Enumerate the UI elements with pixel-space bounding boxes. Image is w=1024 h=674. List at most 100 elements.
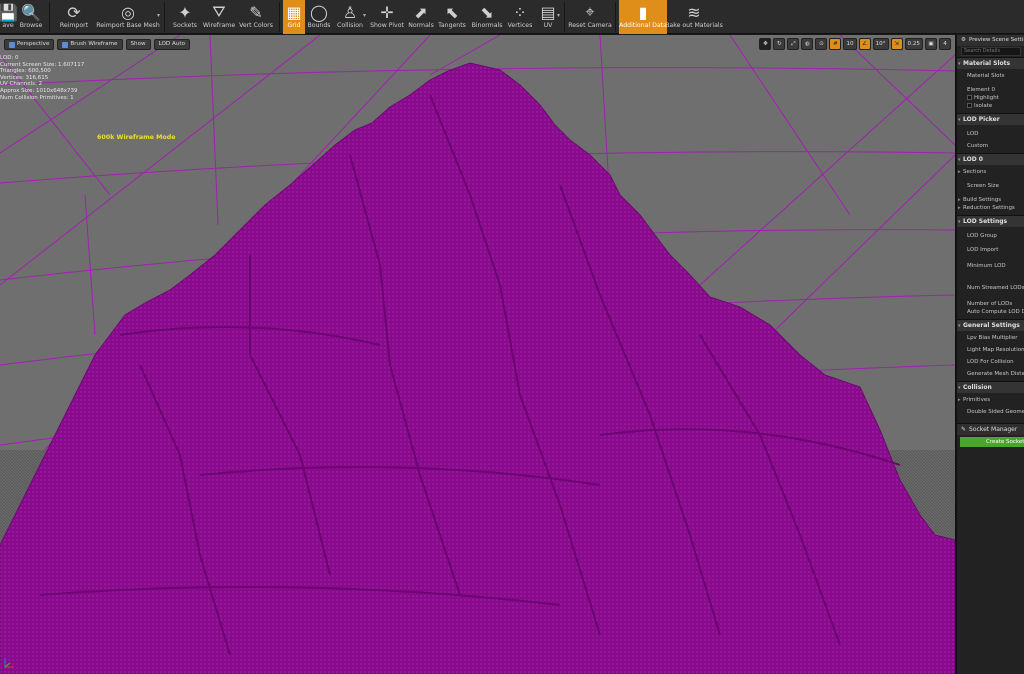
section-lod-picker[interactable]: LOD Picker xyxy=(957,113,1024,126)
brush-wireframe-button[interactable]: Brush Wireframe xyxy=(57,39,123,50)
toolbar-bounds-button[interactable]: ◯ Bounds xyxy=(305,0,333,34)
section-material-slots[interactable]: Material Slots xyxy=(957,57,1024,70)
viewport-left-toolbar: Perspective Brush Wireframe Show LOD Aut… xyxy=(4,39,190,50)
property-row: Num Streamed LODs xyxy=(957,285,1024,291)
world-space-icon[interactable]: ◍ xyxy=(801,38,814,50)
viewport[interactable]: Perspective Brush Wireframe Show LOD Aut… xyxy=(0,35,955,674)
scale-snap-icon[interactable]: ⇲ xyxy=(890,38,903,50)
additional-data-icon: ▮ xyxy=(638,2,648,22)
toolbar-grid-button[interactable]: ▦ Grid xyxy=(283,0,305,34)
show-button[interactable]: Show xyxy=(125,39,151,50)
property-row: Number of LODs xyxy=(957,301,1024,307)
property-label: LOD Group xyxy=(967,233,997,239)
stat-line: UV Channels: 2 xyxy=(0,81,43,88)
toolbar-browse-button[interactable]: 🔍 Browse xyxy=(16,0,46,34)
reimport-icon: ⟳ xyxy=(67,2,81,22)
chevron-down-icon[interactable]: ▾ xyxy=(557,12,560,19)
toolbar-vertices-button[interactable]: ⁘ Vertices xyxy=(505,0,535,34)
property-row: Custom xyxy=(957,143,1024,149)
property-row[interactable]: Isolate xyxy=(957,103,1024,109)
property-label: Custom xyxy=(967,143,989,149)
property-row: Light Map Resolution xyxy=(957,347,1024,353)
camera-speed-icon[interactable]: ▣ xyxy=(925,38,937,50)
grid-snap-value[interactable]: 10 xyxy=(843,38,857,50)
property-row: Generate Mesh Distance Field xyxy=(957,371,1024,377)
checkbox[interactable] xyxy=(967,95,972,100)
toolbar-reset-camera-button[interactable]: ⌖ Reset Camera xyxy=(568,0,612,34)
property-row: Auto Compute LOD Distances xyxy=(957,309,1024,315)
binormals-icon: ⬊ xyxy=(480,2,494,22)
rotate-icon[interactable]: ↻ xyxy=(773,38,786,50)
mesh-scene[interactable] xyxy=(0,35,955,674)
property-label: Num Streamed LODs xyxy=(967,285,1024,291)
property-row[interactable]: Sections xyxy=(957,169,1024,175)
panel-tab-title: Preview Scene Settings xyxy=(968,37,1024,43)
toolbar-button-label: Tangents xyxy=(438,22,466,29)
toolbar-normals-button[interactable]: ⬈ Normals xyxy=(407,0,435,34)
toolbar-button-label: Grid xyxy=(287,22,301,29)
property-label: Lpv Bias Multiplier xyxy=(967,335,1018,341)
preview-scene-settings-tab[interactable]: ⚙Preview Scene Settings xyxy=(957,35,1024,46)
property-label: Reduction Settings xyxy=(963,205,1015,211)
checkbox[interactable] xyxy=(967,103,972,108)
chevron-down-icon[interactable]: ▾ xyxy=(363,12,366,19)
property-row[interactable]: Highlight xyxy=(957,95,1024,101)
property-label: Double Sided Geometry xyxy=(967,409,1024,415)
grid-snap-icon[interactable]: # xyxy=(829,38,842,50)
property-row: Minimum LOD xyxy=(957,263,1024,269)
brush-wireframe-label: Brush Wireframe xyxy=(70,41,118,47)
toolbar-additional-data-button[interactable]: ▮ Additional Data xyxy=(619,0,667,34)
section-collision[interactable]: Collision xyxy=(957,381,1024,394)
reimport-base-mesh-icon: ◎ xyxy=(121,2,135,22)
section-lod-settings[interactable]: LOD Settings xyxy=(957,215,1024,228)
section-lod-0[interactable]: LOD 0 xyxy=(957,153,1024,166)
perspective-button[interactable]: Perspective xyxy=(4,39,55,50)
toolbar-vert-colors-button[interactable]: ✎ Vert Colors xyxy=(236,0,276,34)
chevron-down-icon[interactable]: ▾ xyxy=(157,12,160,19)
toolbar-reimport-button[interactable]: ⟳ Reimport xyxy=(53,0,95,34)
details-sections: Material Slots Material Slots Element 0 Hig… xyxy=(957,57,1024,415)
translate-icon[interactable]: ✥ xyxy=(759,38,772,50)
sockets-icon: ✦ xyxy=(178,2,192,22)
camera-speed-value[interactable]: 4 xyxy=(939,38,951,50)
property-row: LOD For Collision xyxy=(957,359,1024,365)
property-label: Light Map Resolution xyxy=(967,347,1024,353)
property-row: LOD Group xyxy=(957,233,1024,239)
vert-colors-icon: ✎ xyxy=(249,2,263,22)
toolbar-bake-materials-button[interactable]: ≋ Bake out Materials xyxy=(665,0,723,34)
toolbar-sockets-button[interactable]: ✦ Sockets xyxy=(168,0,202,34)
property-label: Number of LODs xyxy=(967,301,1013,307)
toolbar-binormals-button[interactable]: ⬊ Binormals xyxy=(469,0,505,34)
toolbar-button-label: Vert Colors xyxy=(239,22,273,29)
property-label: Primitives xyxy=(963,397,991,403)
section-general-settings[interactable]: General Settings xyxy=(957,319,1024,332)
property-row[interactable]: Build Settings xyxy=(957,197,1024,203)
rotation-snap-value[interactable]: 10° xyxy=(872,38,889,50)
scale-snap-value[interactable]: 0.25 xyxy=(904,38,923,50)
property-row[interactable]: Reduction Settings xyxy=(957,205,1024,211)
lod-auto-button[interactable]: LOD Auto xyxy=(153,39,190,50)
normals-icon: ⬈ xyxy=(414,2,428,22)
property-label: Auto Compute LOD Distances xyxy=(967,309,1024,315)
toolbar-uv-button[interactable]: ▤ UV ▾ xyxy=(535,0,561,34)
stat-line: Approx Size: 1010x648x739 xyxy=(0,87,78,94)
toolbar-reimport-base-mesh-button[interactable]: ◎ Reimport Base Mesh ▾ xyxy=(95,0,161,34)
toolbar-button-label: Vertices xyxy=(507,22,533,29)
property-row[interactable]: Primitives xyxy=(957,397,1024,403)
stat-line: Triangles: 600,500 xyxy=(0,68,51,75)
create-socket-button[interactable]: Create Socket xyxy=(960,437,1024,447)
details-search-input[interactable]: Search Details xyxy=(961,47,1021,56)
property-label: Build Settings xyxy=(963,197,1002,203)
surface-snap-icon[interactable]: ⊙ xyxy=(815,38,828,50)
toolbar-collision-button[interactable]: ♙ Collision ▾ xyxy=(333,0,367,34)
toolbar-show-pivot-button[interactable]: ✛ Show Pivot xyxy=(367,0,407,34)
grid-icon: ▦ xyxy=(286,2,302,22)
toolbar-save-button[interactable]: 💾 ave xyxy=(0,0,18,34)
rotation-snap-icon[interactable]: ∠ xyxy=(858,38,871,50)
scale-icon[interactable]: ⤢ xyxy=(787,38,800,50)
property-row: Material Slots xyxy=(957,73,1024,79)
toolbar-tangents-button[interactable]: ⬉ Tangents xyxy=(435,0,469,34)
toolbar-wireframe-button[interactable]: ⛛ Wireframe xyxy=(202,0,236,34)
tangents-icon: ⬉ xyxy=(445,2,459,22)
property-label: Minimum LOD xyxy=(967,263,1006,269)
